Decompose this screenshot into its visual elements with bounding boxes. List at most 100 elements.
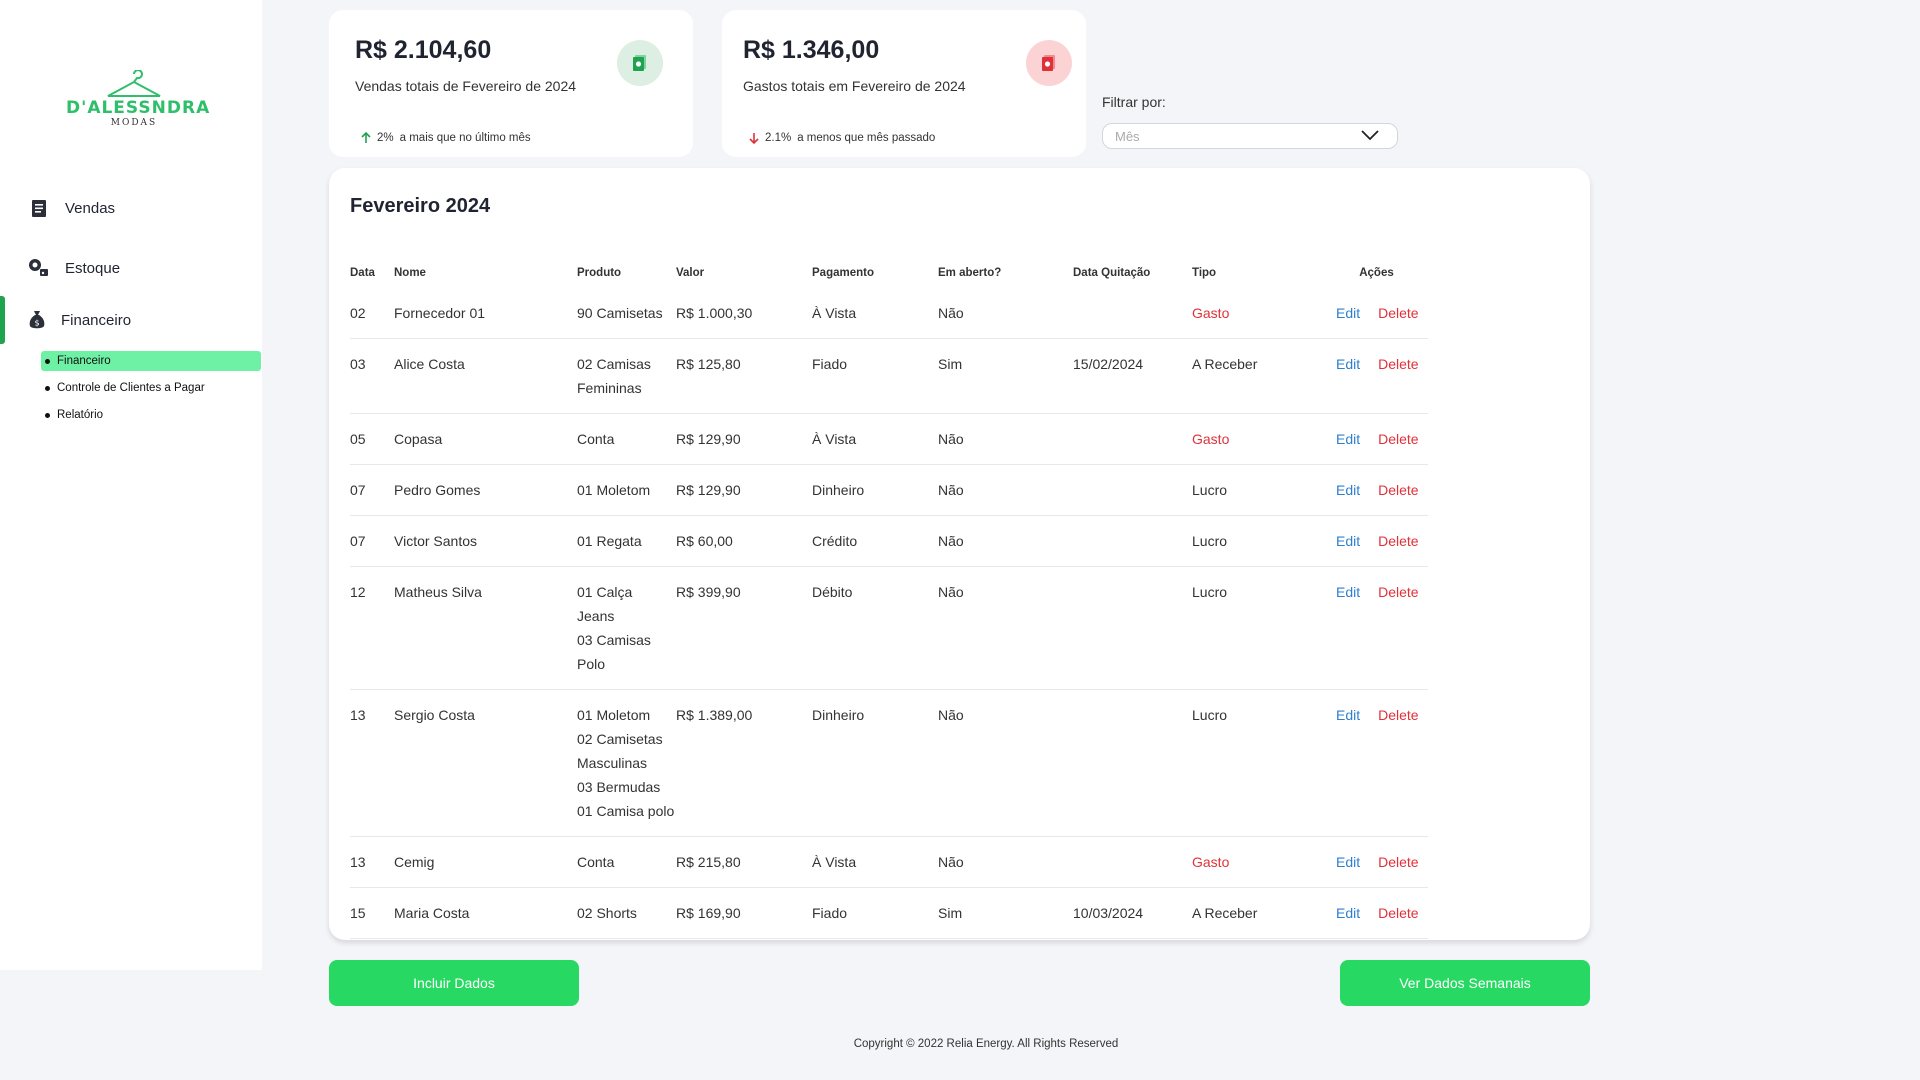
- cell-nome: Pedro Gomes: [394, 482, 481, 498]
- cell-nome: Fornecedor 01: [394, 305, 486, 321]
- cell-pagamento: Fiado: [812, 356, 848, 372]
- table-row: 03 Alice Costa 02 Camisas Femininas R$ 125,8…: [350, 339, 1428, 414]
- product-line: 03 Camisas: [577, 632, 651, 648]
- edit-link[interactable]: Edit: [1336, 580, 1360, 676]
- delete-link[interactable]: Delete: [1378, 580, 1418, 676]
- cell-acoes: Edit Delete: [1325, 352, 1428, 400]
- receipt-icon: [28, 197, 50, 219]
- subnav-item-label: Relatório: [57, 409, 104, 421]
- delete-link[interactable]: Delete: [1378, 352, 1418, 400]
- cell-acoes: Edit Delete: [1325, 301, 1428, 325]
- cell-nome: Maria Costa: [394, 905, 470, 921]
- delete-link[interactable]: Delete: [1378, 850, 1418, 874]
- delete-link[interactable]: Delete: [1378, 478, 1418, 502]
- include-data-button[interactable]: Incluir Dados: [329, 960, 579, 1006]
- cell-aberto: Não: [938, 482, 964, 498]
- cell-produto: 02 Shorts: [577, 901, 676, 925]
- month-filter-select[interactable]: Mês: [1102, 123, 1398, 149]
- cell-tipo: A Receber: [1192, 905, 1258, 921]
- cell-valor: R$ 1.000,30: [676, 305, 753, 321]
- delete-link[interactable]: Delete: [1378, 703, 1418, 823]
- product-line: 01 Camisa polo: [577, 803, 675, 819]
- bullet-icon: [45, 385, 50, 391]
- stock-icon: [28, 257, 50, 279]
- edit-link[interactable]: Edit: [1336, 352, 1360, 400]
- sidebar-item-estoque[interactable]: Estoque: [0, 239, 262, 297]
- sidebar-item-financeiro[interactable]: $ Financeiro: [0, 291, 262, 349]
- brand-name: D'ALESSNDRA: [66, 98, 211, 118]
- edit-link[interactable]: Edit: [1336, 427, 1360, 451]
- cell-pagamento: À Vista: [812, 305, 857, 321]
- hanger-icon: [107, 70, 161, 97]
- cell-valor: R$ 1.389,00: [676, 707, 753, 723]
- delete-link[interactable]: Delete: [1378, 427, 1418, 451]
- cell-nome: Alice Costa: [394, 356, 465, 372]
- table-body: 02 Fornecedor 01 90 Camisetas R$ 1.000,30 À …: [350, 288, 1428, 939]
- product-line: 01 Calça: [577, 584, 633, 600]
- delete-link[interactable]: Delete: [1378, 301, 1418, 325]
- expenses-trend: 2.1% a menos que mês passado: [749, 132, 935, 144]
- edit-link[interactable]: Edit: [1336, 703, 1360, 823]
- cell-nome: Victor Santos: [394, 533, 478, 549]
- subnav-item-controle-clientes[interactable]: Controle de Clientes a Pagar: [41, 378, 261, 398]
- sales-summary-card: R$ 2.104,60 Vendas totais de Fevereiro d…: [329, 10, 693, 157]
- subnav-item-financeiro[interactable]: Financeiro: [41, 351, 261, 371]
- column-header-data: Data: [350, 267, 375, 279]
- subnav-item-relatorio[interactable]: Relatório: [41, 405, 261, 425]
- cell-produto: 02 Camisas Femininas: [577, 352, 676, 400]
- cell-data: 07: [350, 482, 366, 498]
- edit-link[interactable]: Edit: [1336, 478, 1360, 502]
- sidebar-item-label: Estoque: [65, 259, 121, 277]
- cell-produto: Conta: [577, 427, 676, 451]
- product-line: 02 Camisas: [577, 356, 651, 372]
- edit-link[interactable]: Edit: [1336, 529, 1360, 553]
- cell-quitacao: [1073, 427, 1192, 451]
- cell-valor: R$ 399,90: [676, 584, 741, 600]
- table-header: Data Nome Produto Valor Pagamento Em abe…: [350, 258, 1428, 288]
- product-line: Jeans: [577, 608, 615, 624]
- cell-tipo: Lucro: [1192, 584, 1228, 600]
- table-row: 15 Maria Costa 02 Shorts R$ 169,90 Fiado Sim 1…: [350, 888, 1428, 939]
- footer-copyright: Copyright © 2022 Relia Energy. All Right…: [853, 1038, 1119, 1050]
- delete-link[interactable]: Delete: [1378, 901, 1418, 925]
- financeiro-submenu: Financeiro Controle de Clientes a Pagar …: [41, 351, 261, 432]
- chevron-down-icon: [1361, 130, 1379, 141]
- edit-link[interactable]: Edit: [1336, 901, 1360, 925]
- edit-link[interactable]: Edit: [1336, 850, 1360, 874]
- cell-nome: Cemig: [394, 854, 435, 870]
- cell-aberto: Não: [938, 707, 964, 723]
- sidebar-item-label: Vendas: [65, 199, 116, 217]
- sidebar-item-vendas[interactable]: Vendas: [0, 179, 262, 237]
- expenses-trend-text: a menos que mês passado: [797, 132, 936, 144]
- cell-data: 12: [350, 584, 366, 600]
- table-row: 05 Copasa Conta R$ 129,90 À Vista Não Gasto Edi…: [350, 414, 1428, 465]
- column-header-quitacao: Data Quitação: [1073, 267, 1151, 279]
- cell-aberto: Sim: [938, 905, 963, 921]
- product-line: 02 Camisetas: [577, 731, 663, 747]
- cell-data: 13: [350, 707, 366, 723]
- cell-pagamento: Débito: [812, 584, 853, 600]
- table-row: 07 Victor Santos 01 Regata R$ 60,00 Crédito N…: [350, 516, 1428, 567]
- cell-acoes: Edit Delete: [1325, 850, 1428, 874]
- cell-pagamento: À Vista: [812, 431, 857, 447]
- cash-icon: [1042, 55, 1055, 71]
- arrow-up-icon: [361, 132, 371, 143]
- product-line: 01 Moletom: [577, 707, 651, 723]
- sales-trend: 2% a mais que no último mês: [361, 132, 531, 144]
- column-header-tipo: Tipo: [1192, 267, 1217, 279]
- subnav-item-label: Controle de Clientes a Pagar: [57, 382, 205, 394]
- cell-tipo: Lucro: [1192, 533, 1228, 549]
- bullet-icon: [45, 412, 50, 418]
- delete-link[interactable]: Delete: [1378, 529, 1418, 553]
- column-header-produto: Produto: [577, 267, 622, 279]
- brand-logo[interactable]: D'ALESSNDRA MODAS: [66, 70, 211, 136]
- weekly-data-button[interactable]: Ver Dados Semanais: [1340, 960, 1590, 1006]
- cell-quitacao: [1073, 850, 1192, 874]
- column-header-pagamento: Pagamento: [812, 267, 874, 279]
- cell-quitacao: [1073, 529, 1192, 553]
- filter-placeholder: Mês: [1115, 128, 1140, 144]
- expenses-badge: [1026, 40, 1072, 86]
- edit-link[interactable]: Edit: [1336, 301, 1360, 325]
- cell-produto: 01 Calça Jeans 03 Camisas Polo: [577, 580, 676, 676]
- column-header-nome: Nome: [394, 267, 426, 279]
